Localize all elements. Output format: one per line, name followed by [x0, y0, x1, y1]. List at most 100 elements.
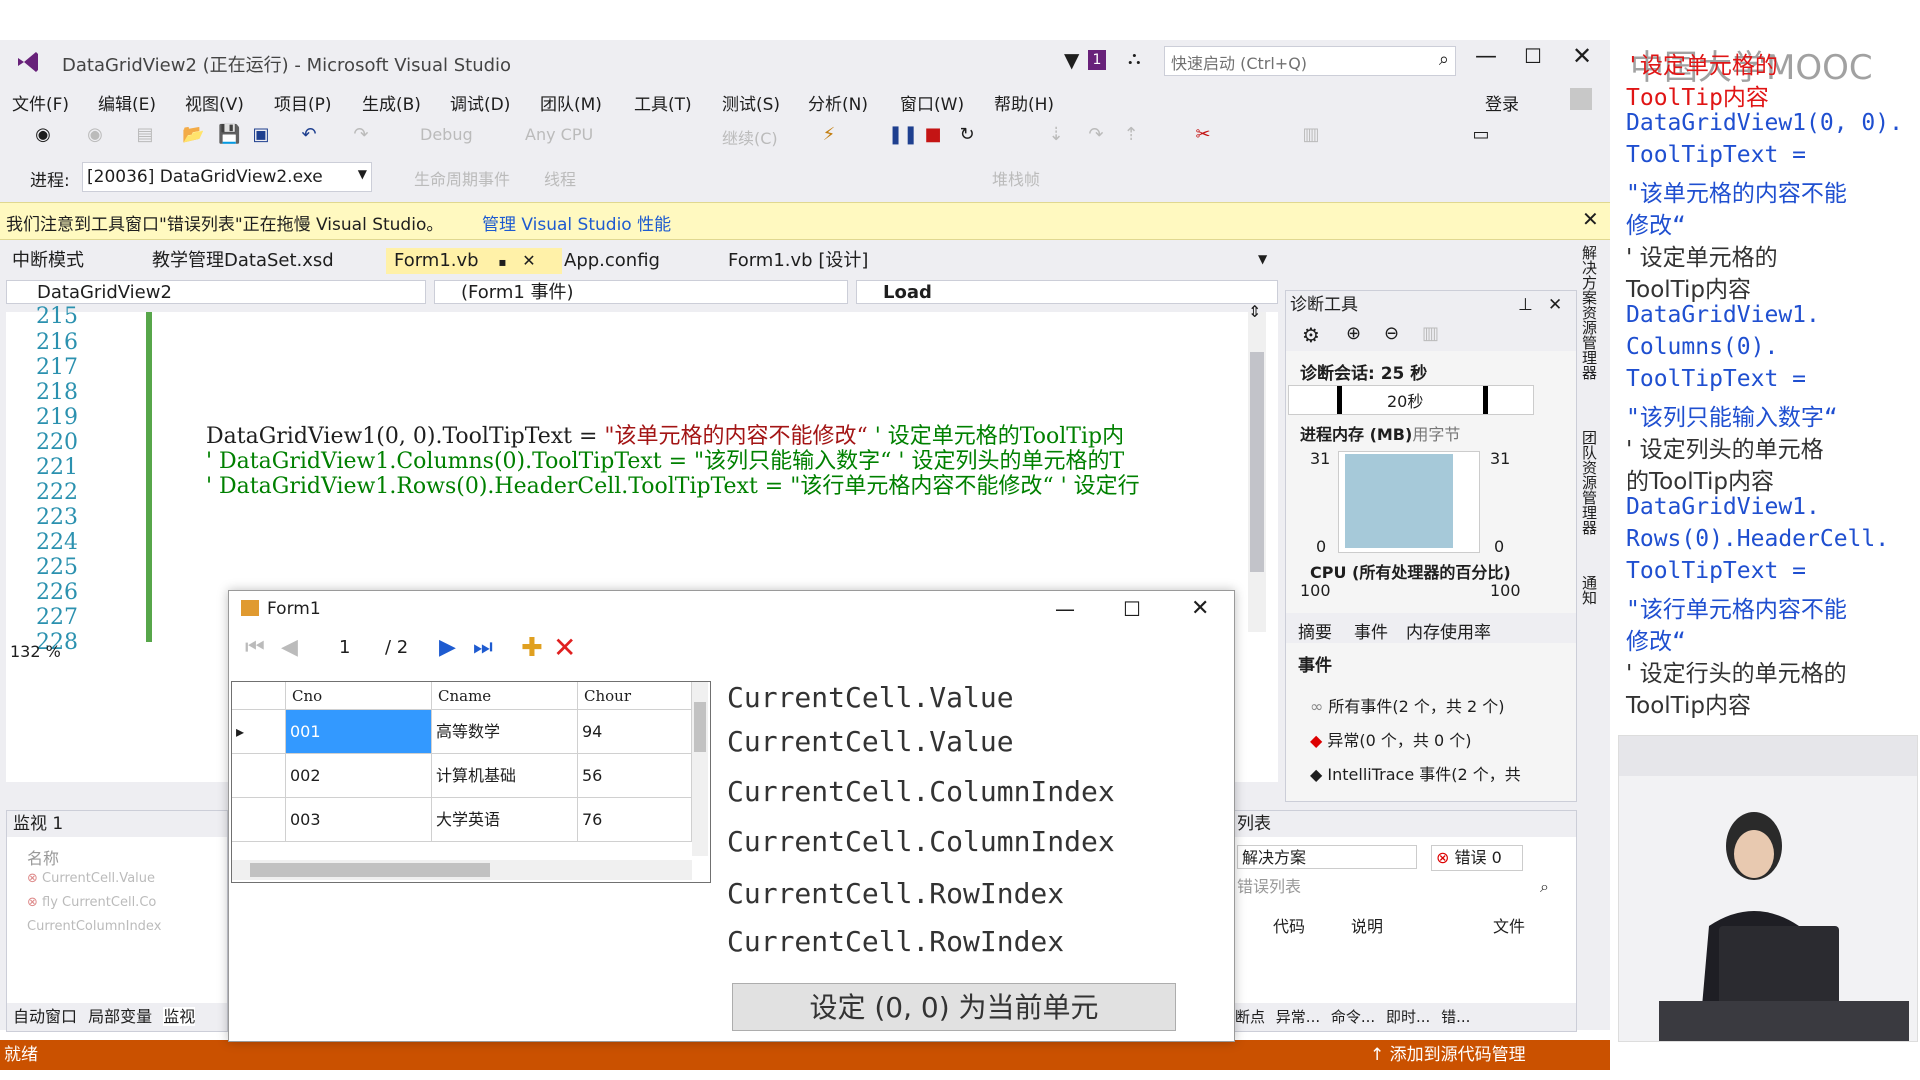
- zoom-level[interactable]: 132 %: [10, 642, 61, 661]
- tab-breakpoints[interactable]: 断点: [1235, 1008, 1265, 1026]
- column-header-chour[interactable]: Chour: [578, 682, 692, 710]
- search-icon[interactable]: ⌕: [1439, 49, 1449, 70]
- minimize-button[interactable]: —: [1475, 44, 1497, 69]
- grid-cell[interactable]: 大学英语: [432, 798, 578, 842]
- filter-icon[interactable]: ▼: [1064, 48, 1079, 72]
- undo-icon[interactable]: ↶: [298, 124, 320, 146]
- menu-analyze[interactable]: 分析(N): [808, 90, 868, 115]
- grid-cell[interactable]: 001: [286, 710, 432, 754]
- hot-reload-icon[interactable]: ⚡: [818, 124, 840, 146]
- position-input[interactable]: 1: [339, 637, 350, 658]
- form1-maximize-button[interactable]: ☐: [1123, 591, 1141, 627]
- tab-error-list[interactable]: 错...: [1441, 1008, 1470, 1026]
- tab-form1-design[interactable]: Form1.vb [设计]: [720, 248, 876, 274]
- grid-cell[interactable]: 003: [286, 798, 432, 842]
- quick-launch-box[interactable]: 快速启动 (Ctrl+Q) ⌕: [1164, 46, 1456, 76]
- process-dropdown[interactable]: [20036] DataGridView2.exe ▼: [82, 162, 372, 192]
- menu-debug[interactable]: 调试(D): [450, 90, 510, 115]
- manage-performance-link[interactable]: 管理 Visual Studio 性能: [482, 210, 671, 235]
- scroll-thumb[interactable]: [1250, 352, 1264, 572]
- menu-team[interactable]: 团队(M): [540, 90, 602, 115]
- zoom-in-icon[interactable]: ⊕: [1346, 323, 1361, 344]
- events-dropdown[interactable]: (Form1 事件): [434, 280, 848, 304]
- grid-cell[interactable]: 76: [578, 798, 692, 842]
- row-header[interactable]: [232, 754, 286, 798]
- save-all-icon[interactable]: ▣: [250, 124, 272, 146]
- layout-icon[interactable]: ▭: [1470, 124, 1492, 146]
- zoom-out-icon[interactable]: ⊖: [1384, 323, 1399, 344]
- tab-events[interactable]: 事件: [1354, 618, 1388, 643]
- split-editor-icon[interactable]: ⇕: [1248, 302, 1261, 321]
- tab-locals[interactable]: 局部变量: [88, 1007, 152, 1026]
- side-tab-team-explorer[interactable]: 团队资源管理器: [1580, 430, 1600, 570]
- grid-vertical-scrollbar[interactable]: [692, 682, 708, 856]
- diag-pin-icon[interactable]: ⊥: [1518, 291, 1533, 319]
- event-intellitrace[interactable]: ◆ IntelliTrace 事件(2 个，共: [1310, 761, 1521, 785]
- step-out-icon[interactable]: ⇡: [1120, 124, 1142, 146]
- menu-test[interactable]: 测试(S): [722, 90, 780, 115]
- tab-summary[interactable]: 摘要: [1298, 618, 1332, 643]
- tab-autos[interactable]: 自动窗口: [13, 1007, 77, 1026]
- tab-app-config[interactable]: App.config: [556, 248, 668, 274]
- set-current-cell-button[interactable]: 设定 (0, 0) 为当前单元: [732, 983, 1176, 1031]
- menu-window[interactable]: 窗口(W): [900, 90, 964, 115]
- move-next-icon[interactable]: ▶: [439, 635, 456, 660]
- grid-hscroll-thumb[interactable]: [250, 863, 490, 877]
- move-first-icon[interactable]: ⏮: [245, 635, 265, 660]
- delete-icon[interactable]: ✕: [553, 631, 576, 664]
- login-link[interactable]: 登录: [1485, 90, 1519, 115]
- tab-dataset-xsd[interactable]: 教学管理DataSet.xsd: [144, 248, 342, 274]
- editor-vertical-scrollbar[interactable]: [1248, 312, 1266, 632]
- settings-gear-icon[interactable]: ⚙: [1302, 323, 1320, 347]
- tab-close-icon[interactable]: ✕: [522, 251, 535, 270]
- column-header-cname[interactable]: Cname: [432, 682, 578, 710]
- menu-edit[interactable]: 编辑(E): [98, 90, 156, 115]
- grid-cell[interactable]: 94: [578, 710, 692, 754]
- scope-dropdown[interactable]: 解决方案: [1237, 845, 1417, 869]
- menu-file[interactable]: 文件(F): [12, 90, 69, 115]
- quick-launch-input[interactable]: 快速启动 (Ctrl+Q): [1171, 50, 1307, 74]
- row-header-current[interactable]: ▸: [232, 710, 286, 754]
- tab-memory-usage[interactable]: 内存使用率: [1406, 618, 1491, 643]
- side-tab-notifications[interactable]: 通知: [1580, 575, 1600, 625]
- side-tab-solution-explorer[interactable]: 解决方案资源管理器: [1580, 245, 1600, 425]
- tab-command[interactable]: 命令...: [1331, 1008, 1375, 1026]
- search-icon[interactable]: ⌕: [1540, 875, 1549, 899]
- pin-icon[interactable]: ▪: [498, 255, 506, 269]
- forward-icon[interactable]: ◉: [84, 124, 106, 146]
- thread-dropdown[interactable]: 线程: [544, 166, 576, 190]
- comment-icon[interactable]: ▥: [1300, 124, 1322, 146]
- tab-overflow-icon[interactable]: ▼: [1258, 252, 1267, 266]
- data-grid-view[interactable]: Cno Cname Chour ▸ 001 高等数学 94 002 计算机基础 …: [231, 681, 711, 883]
- config-dropdown[interactable]: Debug: [420, 125, 473, 144]
- platform-dropdown[interactable]: Any CPU: [525, 125, 593, 144]
- lifecycle-events-dropdown[interactable]: 生命周期事件: [414, 166, 510, 190]
- notification-badge[interactable]: 1: [1088, 50, 1106, 70]
- move-last-icon[interactable]: ⏭: [473, 635, 493, 660]
- diag-close-icon[interactable]: ✕: [1548, 291, 1562, 319]
- open-file-icon[interactable]: 📂: [182, 124, 204, 146]
- member-dropdown[interactable]: Load: [856, 280, 1278, 304]
- form1-close-button[interactable]: ✕: [1191, 591, 1209, 627]
- pause-icon[interactable]: ❚❚: [888, 124, 918, 146]
- event-all[interactable]: ∞ 所有事件(2 个，共 2 个): [1310, 693, 1505, 717]
- menu-view[interactable]: 视图(V): [185, 90, 244, 115]
- step-into-icon[interactable]: ⇣: [1045, 124, 1067, 146]
- menu-project[interactable]: 项目(P): [274, 90, 332, 115]
- feedback-icon[interactable]: ⛬: [1128, 48, 1141, 69]
- menu-tools[interactable]: 工具(T): [634, 90, 692, 115]
- grid-scroll-thumb[interactable]: [694, 702, 706, 752]
- save-icon[interactable]: 💾: [218, 124, 240, 146]
- event-exceptions[interactable]: ◆ 异常(0 个，共 0 个): [1310, 727, 1472, 751]
- user-avatar-icon[interactable]: [1570, 88, 1592, 110]
- chart-icon[interactable]: ▥: [1422, 323, 1439, 344]
- add-to-source-control[interactable]: ↑ 添加到源代码管理: [1370, 1040, 1526, 1070]
- continue-button[interactable]: 继续(C): [722, 125, 778, 149]
- restart-icon[interactable]: ↻: [956, 124, 978, 146]
- maximize-button[interactable]: ☐: [1524, 44, 1542, 68]
- tab-immediate[interactable]: 即时...: [1386, 1008, 1430, 1026]
- grid-cell[interactable]: 计算机基础: [432, 754, 578, 798]
- menu-help[interactable]: 帮助(H): [994, 90, 1054, 115]
- stack-frame-dropdown[interactable]: 堆栈帧: [992, 166, 1040, 190]
- menu-build[interactable]: 生成(B): [362, 90, 421, 115]
